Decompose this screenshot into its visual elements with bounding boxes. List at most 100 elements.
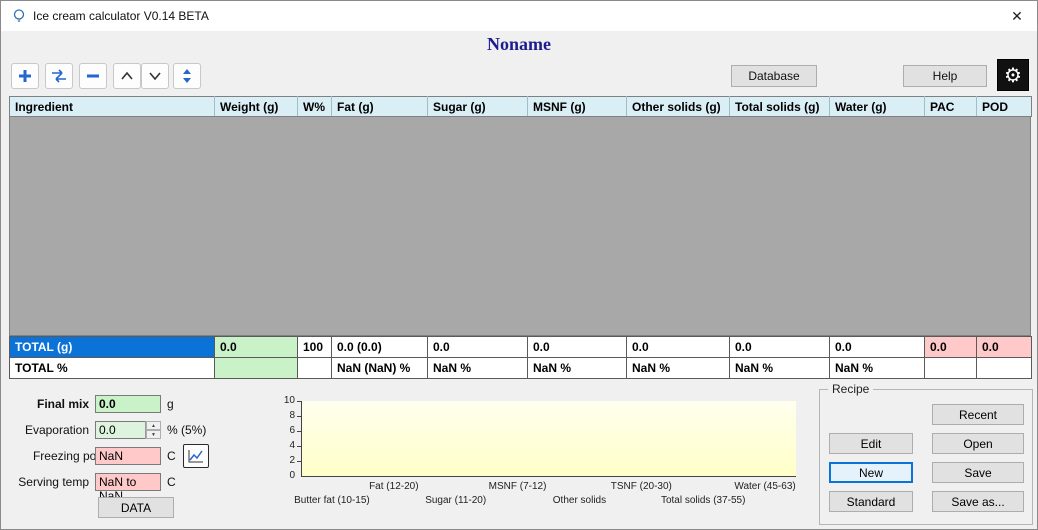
xcat-total-solids: Total solids (37-55)	[660, 495, 746, 506]
spinner-down-icon[interactable]: ▼	[146, 430, 161, 439]
serving-temp-input[interactable]: NaN to NaN	[95, 473, 161, 503]
window-title: Ice cream calculator V0.14 BETA	[33, 9, 209, 23]
total-pct-pac	[924, 357, 977, 379]
ingredient-grid-empty-area[interactable]	[9, 117, 1031, 336]
header-band: Noname	[1, 31, 1037, 58]
database-button[interactable]: Database	[731, 65, 817, 87]
col-pac[interactable]: PAC	[924, 96, 977, 117]
freezing-curve-button[interactable]	[183, 444, 209, 468]
tick-mark	[297, 401, 301, 402]
total-g-total-solids: 0.0	[729, 336, 830, 358]
close-button[interactable]: ✕	[997, 1, 1037, 31]
total-pct-fat: NaN (NaN) %	[331, 357, 428, 379]
serving-temp-unit: C	[167, 475, 176, 489]
freezing-point-unit: C	[167, 449, 176, 463]
app-bulb-icon	[13, 9, 25, 22]
help-button[interactable]: Help	[903, 65, 987, 87]
data-button[interactable]: DATA	[98, 497, 174, 518]
total-g-other-solids: 0.0	[626, 336, 730, 358]
total-pct-msnf: NaN %	[527, 357, 627, 379]
total-pct-other-solids: NaN %	[626, 357, 730, 379]
title-bar: Ice cream calculator V0.14 BETA ✕	[1, 1, 1037, 31]
total-pct-water: NaN %	[829, 357, 925, 379]
chart-x-labels: Butter fat (10-15) Fat (12-20) Sugar (11…	[294, 479, 796, 519]
recipe-group: Recipe Recent Edit Open New Save Standar…	[819, 382, 1033, 525]
total-g-wpct: 100	[297, 336, 332, 358]
total-g-pod: 0.0	[976, 336, 1032, 358]
col-sugar[interactable]: Sugar (g)	[427, 96, 528, 117]
total-g-sugar: 0.0	[427, 336, 528, 358]
evaporation-spinner[interactable]: ▲ ▼	[145, 421, 161, 439]
replace-ingredient-button[interactable]	[45, 63, 73, 89]
up-down-arrows-icon	[183, 69, 191, 83]
add-ingredient-button[interactable]	[11, 63, 39, 89]
tick-mark	[297, 446, 301, 447]
xcat-other-solids: Other solids	[552, 495, 607, 506]
ingredient-table-header: Ingredient Weight (g) W% Fat (g) Sugar (…	[9, 96, 1032, 117]
new-button[interactable]: New	[829, 462, 913, 483]
xcat-fat: Fat (12-20)	[369, 481, 419, 492]
total-pct-total-solids: NaN %	[729, 357, 830, 379]
chevron-down-icon	[149, 72, 161, 81]
tick-mark	[297, 461, 301, 462]
col-ingredient[interactable]: Ingredient	[9, 96, 215, 117]
ytick-8: 8	[289, 410, 295, 421]
tick-mark	[297, 416, 301, 417]
col-other-solids[interactable]: Other solids (g)	[626, 96, 730, 117]
app-window: Ice cream calculator V0.14 BETA ✕ Noname	[0, 0, 1038, 530]
total-pct-label: TOTAL %	[9, 357, 215, 379]
plus-icon	[19, 70, 31, 82]
freezing-point-input[interactable]: NaN	[95, 447, 161, 465]
recent-button[interactable]: Recent	[932, 404, 1024, 425]
total-pct-wpct	[297, 357, 332, 379]
total-pct-weight	[214, 357, 298, 379]
ytick-6: 6	[289, 425, 295, 436]
chart-plot-area	[301, 401, 796, 477]
edit-button[interactable]: Edit	[829, 433, 913, 454]
col-water[interactable]: Water (g)	[829, 96, 925, 117]
settings-button[interactable]: ⚙	[997, 59, 1029, 91]
col-msnf[interactable]: MSNF (g)	[527, 96, 627, 117]
open-button[interactable]: Open	[932, 433, 1024, 454]
total-g-pac: 0.0	[924, 336, 977, 358]
xcat-tsnf: TSNF (20-30)	[610, 481, 672, 492]
tick-mark	[297, 431, 301, 432]
evaporation-label: Evaporation	[24, 423, 89, 437]
total-g-water: 0.0	[829, 336, 925, 358]
total-pct-row: TOTAL % NaN (NaN) % NaN % NaN % NaN % Na…	[9, 357, 1032, 379]
total-g-label[interactable]: TOTAL (g)	[9, 336, 215, 358]
remove-ingredient-button[interactable]	[79, 63, 107, 89]
recipe-group-label: Recipe	[828, 382, 874, 396]
final-mix-label: Final mix	[36, 397, 89, 411]
total-g-msnf: 0.0	[527, 336, 627, 358]
col-pod[interactable]: POD	[976, 96, 1032, 117]
sort-button[interactable]	[173, 63, 201, 89]
totals-table: TOTAL (g) 0.0 100 0.0 (0.0) 0.0 0.0 0.0 …	[9, 336, 1032, 379]
final-mix-unit: g	[167, 397, 174, 411]
composition-chart: 10 8 6 4 2 0 Butter fat (10-15) Fat (12-…	[251, 393, 803, 523]
total-g-fat: 0.0 (0.0)	[331, 336, 428, 358]
spinner-up-icon[interactable]: ▲	[146, 421, 161, 430]
xcat-water: Water (45-63)	[734, 481, 796, 492]
final-mix-input[interactable]: 0.0	[95, 395, 161, 413]
total-g-row: TOTAL (g) 0.0 100 0.0 (0.0) 0.0 0.0 0.0 …	[9, 336, 1032, 358]
save-as-button[interactable]: Save as...	[932, 491, 1024, 512]
col-weight[interactable]: Weight (g)	[214, 96, 298, 117]
xcat-msnf: MSNF (7-12)	[488, 481, 547, 492]
standard-button[interactable]: Standard	[829, 491, 913, 512]
xcat-butter-fat: Butter fat (10-15)	[294, 495, 370, 506]
col-fat[interactable]: Fat (g)	[331, 96, 428, 117]
toolbar: Database Help ⚙	[1, 58, 1037, 94]
total-g-weight: 0.0	[214, 336, 298, 358]
line-chart-icon	[188, 450, 203, 463]
recipe-title: Noname	[487, 34, 551, 54]
save-button[interactable]: Save	[932, 462, 1024, 483]
serving-temp-label: Serving temp	[18, 475, 89, 489]
col-total-solids[interactable]: Total solids (g)	[729, 96, 830, 117]
col-wpct[interactable]: W%	[297, 96, 332, 117]
move-down-button[interactable]	[141, 63, 169, 89]
move-up-button[interactable]	[113, 63, 141, 89]
swap-arrows-icon	[52, 69, 66, 83]
chevron-up-icon	[121, 71, 133, 80]
total-pct-pod	[976, 357, 1032, 379]
